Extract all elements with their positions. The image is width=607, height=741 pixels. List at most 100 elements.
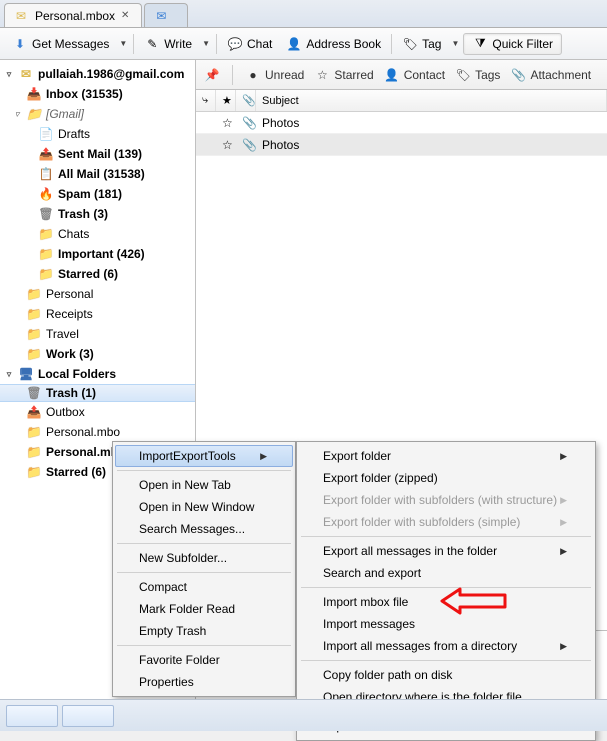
separator: [117, 572, 291, 573]
lf-personal-mbo-row[interactable]: 📁Personal.mbo: [0, 422, 195, 442]
account-icon: ✉: [18, 66, 34, 82]
gmail-row[interactable]: ▿📁[Gmail]: [0, 104, 195, 124]
message-list-header: ⤷ ★ 📎 Subject: [196, 90, 607, 112]
starred-row[interactable]: 📁Starred (6): [0, 264, 195, 284]
thread-column[interactable]: ⤷: [196, 90, 216, 111]
tab-active[interactable]: ✉ Personal.mbox ✕: [4, 3, 142, 27]
chevron-down-icon[interactable]: ▼: [117, 39, 129, 48]
trash-row[interactable]: 🗑Trash (3): [0, 204, 195, 224]
menu-empty-trash[interactable]: Empty Trash: [115, 620, 293, 642]
filter-unread[interactable]: ●Unread: [245, 67, 304, 83]
local-folders-row[interactable]: ▿🖥Local Folders: [0, 364, 195, 384]
folder-icon: 📁: [26, 346, 42, 362]
computer-icon: 🖥: [18, 366, 34, 382]
separator: [117, 470, 291, 471]
menu-export-subfolders-structure: Export folder with subfolders (with stru…: [299, 489, 593, 511]
menu-open-new-tab[interactable]: Open in New Tab: [115, 474, 293, 496]
separator: [117, 543, 291, 544]
filter-tags[interactable]: 🏷Tags: [455, 67, 500, 83]
import-export-submenu: Export folder▶ Export folder (zipped) Ex…: [296, 441, 596, 741]
taskbar-button[interactable]: [6, 705, 58, 727]
folder-icon: 📁: [26, 326, 42, 342]
message-row[interactable]: ☆📎Photos: [196, 112, 607, 134]
chat-button[interactable]: 💬 Chat: [221, 33, 278, 55]
work-row[interactable]: 📁Work (3): [0, 344, 195, 364]
spam-icon: 🔥: [38, 186, 54, 202]
star-column[interactable]: ★: [216, 90, 236, 111]
star-icon[interactable]: ☆: [216, 138, 236, 152]
menu-favorite-folder[interactable]: Favorite Folder: [115, 649, 293, 671]
subject-column[interactable]: Subject: [256, 90, 607, 111]
close-icon[interactable]: ✕: [121, 10, 129, 21]
message-row[interactable]: ☆📎Photos: [196, 134, 607, 156]
menu-import-mbox-file[interactable]: Import mbox file: [299, 591, 593, 613]
submenu-arrow-icon: ▶: [560, 546, 567, 557]
folder-context-menu: ImportExportTools▶ Open in New Tab Open …: [112, 441, 296, 697]
menu-export-folder[interactable]: Export folder▶: [299, 445, 593, 467]
tab-inactive[interactable]: ✉: [144, 3, 188, 27]
folder-icon: 📁: [38, 226, 54, 242]
tab-active-label: Personal.mbox: [35, 9, 115, 23]
menu-import-messages[interactable]: Import messages: [299, 613, 593, 635]
menu-export-folder-zipped[interactable]: Export folder (zipped): [299, 467, 593, 489]
separator: [216, 34, 217, 54]
menu-mark-folder-read[interactable]: Mark Folder Read: [115, 598, 293, 620]
account-row[interactable]: ▿✉pullaiah.1986@gmail.com: [0, 64, 195, 84]
menu-copy-folder-path[interactable]: Copy folder path on disk: [299, 664, 593, 686]
submenu-arrow-icon: ▶: [560, 451, 567, 462]
lf-trash-row[interactable]: 🗑Trash (1): [0, 384, 195, 402]
menu-export-all-messages[interactable]: Export all messages in the folder▶: [299, 540, 593, 562]
travel-row[interactable]: 📁Travel: [0, 324, 195, 344]
important-row[interactable]: 📁Important (426): [0, 244, 195, 264]
trash-icon: 🗑: [38, 206, 54, 222]
quick-filter-button[interactable]: ⧩ Quick Filter: [463, 33, 562, 55]
taskbar-button[interactable]: [62, 705, 114, 727]
separator: [301, 536, 591, 537]
menu-properties[interactable]: Properties: [115, 671, 293, 693]
folder-icon: 📁: [26, 424, 42, 440]
separator: [133, 34, 134, 54]
attachment-icon: 📎: [510, 67, 526, 83]
twisty-icon: ▿: [4, 369, 14, 380]
separator: [301, 587, 591, 588]
filter-starred[interactable]: ☆Starred: [314, 67, 373, 83]
star-icon[interactable]: ☆: [216, 116, 236, 130]
menu-new-subfolder[interactable]: New Subfolder...: [115, 547, 293, 569]
attachment-icon: 📎: [236, 116, 256, 130]
filter-attachment[interactable]: 📎Attachment: [510, 67, 591, 83]
chevron-down-icon[interactable]: ▼: [449, 39, 461, 48]
filter-contact[interactable]: 👤Contact: [384, 67, 445, 83]
inbox-row[interactable]: 📥Inbox (31535): [0, 84, 195, 104]
menu-export-subfolders-simple: Export folder with subfolders (simple)▶: [299, 511, 593, 533]
menu-search-messages[interactable]: Search Messages...: [115, 518, 293, 540]
address-book-button[interactable]: 👤 Address Book: [280, 33, 387, 55]
pin-icon[interactable]: 📌: [204, 67, 220, 83]
write-button[interactable]: ✎ Write: [138, 33, 198, 55]
chats-row[interactable]: 📁Chats: [0, 224, 195, 244]
folder-icon: 📁: [26, 306, 42, 322]
star-icon: ☆: [314, 67, 330, 83]
spam-row[interactable]: 🔥Spam (181): [0, 184, 195, 204]
all-mail-row[interactable]: 📋All Mail (31538): [0, 164, 195, 184]
tag-button[interactable]: 🏷 Tag: [396, 33, 447, 55]
menu-search-and-export[interactable]: Search and export: [299, 562, 593, 584]
main-toolbar: ⬇ Get Messages ▼ ✎ Write ▼ 💬 Chat 👤 Addr…: [0, 28, 607, 60]
get-messages-button[interactable]: ⬇ Get Messages: [6, 33, 115, 55]
folder-icon: 📁: [26, 286, 42, 302]
menu-open-new-window[interactable]: Open in New Window: [115, 496, 293, 518]
lf-outbox-row[interactable]: 📤Outbox: [0, 402, 195, 422]
drafts-row[interactable]: 📄Drafts: [0, 124, 195, 144]
address-book-icon: 👤: [286, 36, 302, 52]
attach-column[interactable]: 📎: [236, 90, 256, 111]
menu-import-export-tools[interactable]: ImportExportTools▶: [115, 445, 293, 467]
chevron-down-icon[interactable]: ▼: [200, 39, 212, 48]
personal-row[interactable]: 📁Personal: [0, 284, 195, 304]
sent-mail-row[interactable]: 📤Sent Mail (139): [0, 144, 195, 164]
menu-compact[interactable]: Compact: [115, 576, 293, 598]
menu-import-all-from-dir[interactable]: Import all messages from a directory▶: [299, 635, 593, 657]
taskbar: [0, 699, 607, 731]
chat-icon: 💬: [227, 36, 243, 52]
pencil-icon: ✎: [144, 36, 160, 52]
folder-icon: 📁: [26, 444, 42, 460]
receipts-row[interactable]: 📁Receipts: [0, 304, 195, 324]
